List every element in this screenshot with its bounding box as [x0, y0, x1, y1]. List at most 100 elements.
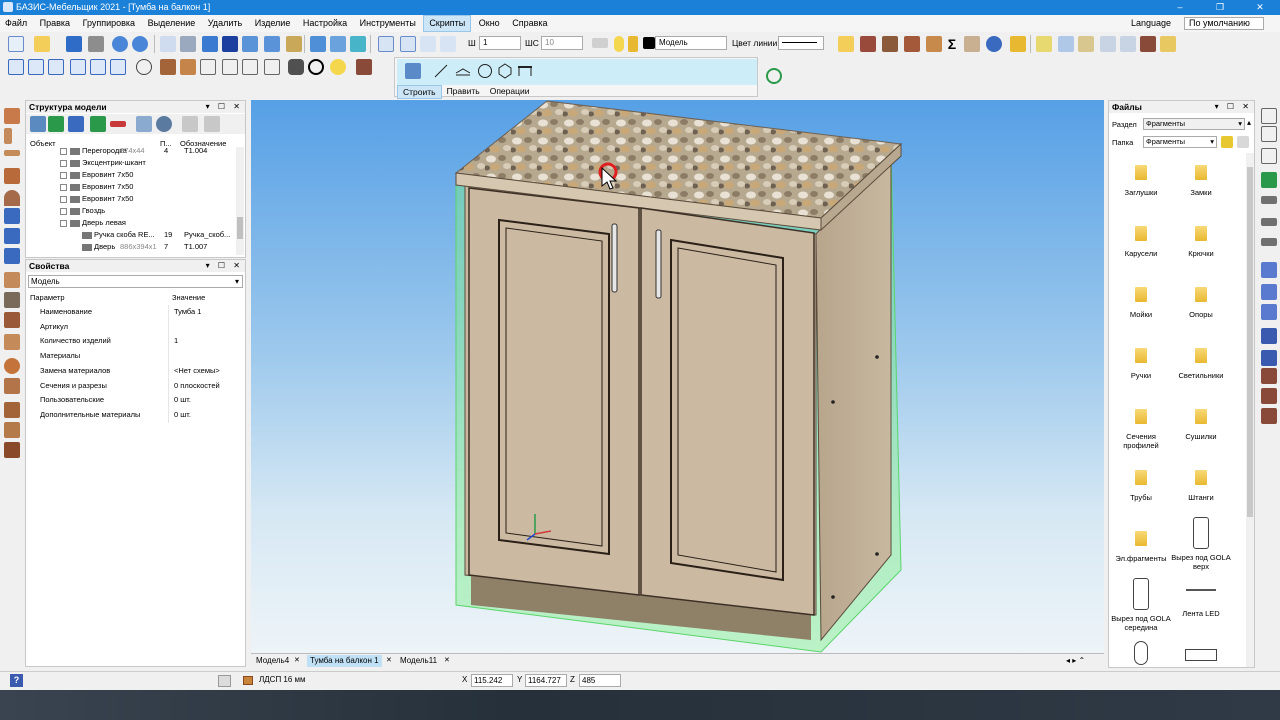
- texture-icon[interactable]: [356, 59, 372, 75]
- insert-icon[interactable]: [4, 208, 20, 224]
- menu-item-window[interactable]: Окно: [474, 15, 505, 32]
- horizontal-panel-icon[interactable]: [4, 150, 20, 156]
- menu-item-tools[interactable]: Инструменты: [355, 15, 421, 32]
- minimize-button[interactable]: –: [1160, 0, 1200, 15]
- panel-add-icon[interactable]: [4, 108, 20, 124]
- folder-item[interactable]: Опоры: [1171, 287, 1231, 319]
- shaded-mode-icon[interactable]: [180, 59, 196, 75]
- check-icon[interactable]: [308, 59, 324, 75]
- find-icon[interactable]: [136, 116, 152, 132]
- edit-icon[interactable]: [1058, 36, 1074, 52]
- polyline-tool-icon[interactable]: [455, 63, 471, 79]
- panel-controls[interactable]: ▾ ☐ ✕: [206, 101, 243, 113]
- fragment-item[interactable]: Вырез под GOLA середина: [1111, 578, 1171, 632]
- help-icon[interactable]: ?: [10, 674, 23, 687]
- lighting-icon[interactable]: [330, 59, 346, 75]
- shelf-icon[interactable]: [4, 442, 20, 458]
- menu-item-file[interactable]: Файл: [0, 15, 32, 32]
- panel-controls[interactable]: ▾ ☐ ✕: [206, 260, 243, 272]
- close-button[interactable]: ✕: [1240, 0, 1280, 15]
- structure-scrollbar[interactable]: [236, 147, 244, 255]
- layer-select[interactable]: Модель: [655, 36, 727, 50]
- panel-controls[interactable]: ▾ ☐ ✕: [1215, 101, 1252, 113]
- property-row[interactable]: Сечения и разрезы 0 плоскостей: [26, 379, 242, 394]
- polygon-tool-icon[interactable]: [497, 63, 513, 79]
- property-row[interactable]: Материалы: [26, 349, 242, 364]
- tab-model4[interactable]: Модель4: [253, 655, 292, 667]
- copy-icon[interactable]: [1261, 126, 1277, 142]
- snap-points-icon[interactable]: [160, 36, 176, 52]
- folder-select[interactable]: Фрагменты ▾: [1143, 136, 1217, 148]
- help-icon[interactable]: [68, 116, 84, 132]
- fragment-item[interactable]: Лента LED: [1171, 589, 1231, 618]
- fragment-item[interactable]: [1111, 641, 1171, 665]
- angle-icon[interactable]: [264, 36, 280, 52]
- add-icon[interactable]: [48, 116, 64, 132]
- join-panel-icon[interactable]: [1261, 388, 1277, 404]
- tools-icon[interactable]: [30, 116, 46, 132]
- folder-item[interactable]: Заглушки: [1111, 165, 1171, 197]
- remove-icon[interactable]: [110, 121, 126, 127]
- refresh-view-icon[interactable]: [136, 59, 152, 75]
- section-mode-icon[interactable]: [264, 59, 280, 75]
- language-select[interactable]: По умолчанию: [1184, 17, 1264, 30]
- folder-item[interactable]: Штанги: [1171, 470, 1231, 502]
- cut-panel-icon[interactable]: [1261, 368, 1277, 384]
- rotate-view-icon[interactable]: [330, 36, 346, 52]
- menu-item-product[interactable]: Изделие: [250, 15, 296, 32]
- menu-item-edit[interactable]: Правка: [35, 15, 75, 32]
- lock-icon[interactable]: [628, 36, 638, 52]
- magnet-icon[interactable]: [222, 36, 238, 52]
- light-bulb-icon[interactable]: [614, 36, 624, 52]
- align-bottom-icon[interactable]: [1261, 304, 1277, 320]
- apply-icon[interactable]: [766, 68, 782, 84]
- folder-item[interactable]: Мойки: [1111, 287, 1171, 319]
- rectangle-tool-icon[interactable]: [517, 63, 533, 79]
- layers-icon[interactable]: [204, 116, 220, 132]
- shelf-add-icon[interactable]: [1261, 196, 1277, 204]
- folder-item[interactable]: Светильники: [1171, 348, 1231, 380]
- front-panel-icon[interactable]: [4, 168, 20, 184]
- visibility-icon[interactable]: [156, 116, 172, 132]
- fragment-item[interactable]: Вырез под GOLA верх: [1171, 517, 1231, 571]
- color-swatch-icon[interactable]: [643, 37, 655, 49]
- view-front-icon[interactable]: [8, 59, 24, 75]
- view-all-icon[interactable]: [110, 59, 126, 75]
- material-icon[interactable]: [1140, 36, 1156, 52]
- curved-panel-icon[interactable]: [4, 190, 20, 206]
- folder-item[interactable]: Замки: [1171, 165, 1231, 197]
- wire-mode-icon[interactable]: [200, 59, 216, 75]
- add-green-icon[interactable]: [1261, 172, 1277, 188]
- zoom-window-icon[interactable]: [400, 36, 416, 52]
- menu-item-select[interactable]: Выделение: [143, 15, 201, 32]
- folder-icon[interactable]: [838, 36, 854, 52]
- tab-close-icon[interactable]: ✕: [383, 655, 395, 667]
- view-left-icon[interactable]: [28, 59, 44, 75]
- zoom-in-icon[interactable]: [420, 36, 436, 52]
- shelf-move-icon[interactable]: [1261, 238, 1277, 246]
- tab-cabinet-balcony[interactable]: Тумба на балкон 1: [307, 655, 382, 667]
- table-icon[interactable]: [1078, 36, 1094, 52]
- hidden-mode-icon[interactable]: [222, 59, 238, 75]
- tab-build[interactable]: Строить: [397, 85, 442, 99]
- plugin-icon[interactable]: [1160, 36, 1176, 52]
- components-icon[interactable]: [1036, 36, 1052, 52]
- collapse-icon[interactable]: ▴: [1247, 118, 1251, 127]
- circle-tool-icon[interactable]: [477, 63, 493, 79]
- search-icon[interactable]: [1237, 136, 1249, 148]
- folder-item[interactable]: Эл.фрагменты: [1111, 531, 1171, 563]
- shelf-remove-icon[interactable]: [1261, 218, 1277, 226]
- line-type-select[interactable]: [778, 36, 824, 50]
- camera-icon[interactable]: [288, 59, 304, 75]
- property-row[interactable]: Количество изделий 1: [26, 334, 242, 349]
- ortho-icon[interactable]: [202, 36, 218, 52]
- files-scrollbar[interactable]: [1246, 153, 1254, 667]
- tab-close-icon[interactable]: ✕: [441, 655, 453, 667]
- section-select[interactable]: Фрагменты ▾: [1143, 118, 1245, 130]
- cabinet-model[interactable]: [251, 100, 1104, 653]
- extrude-icon[interactable]: [4, 292, 20, 308]
- split-vertical-icon[interactable]: [4, 228, 20, 244]
- menu-item-delete[interactable]: Удалить: [203, 15, 247, 32]
- layer-icon[interactable]: [592, 38, 608, 48]
- folder-item[interactable]: Карусели: [1111, 226, 1171, 258]
